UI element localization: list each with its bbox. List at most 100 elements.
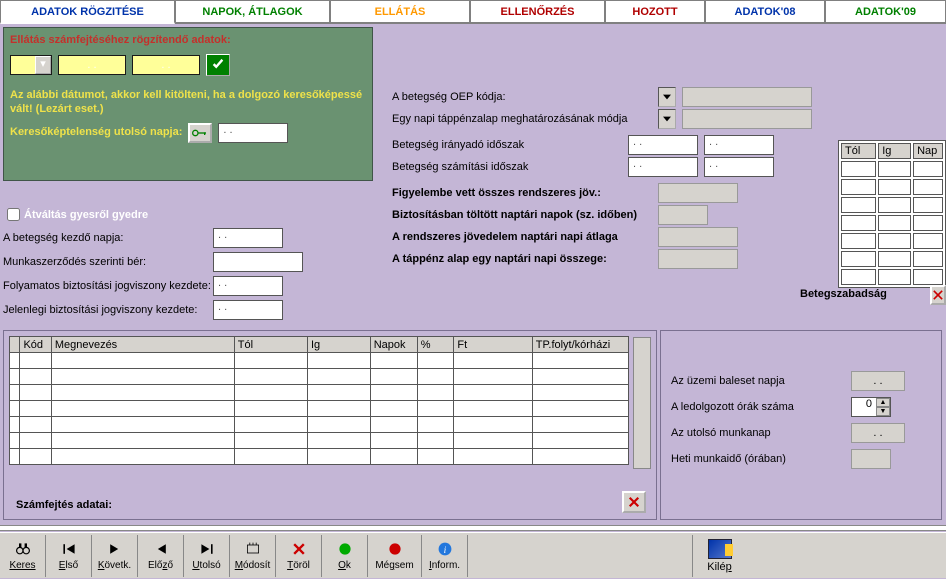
table-row[interactable] [10, 401, 629, 417]
prev-icon [153, 541, 169, 557]
binoculars-icon [15, 541, 31, 557]
table-row[interactable] [841, 161, 943, 177]
col-ft[interactable]: Ft [454, 337, 532, 353]
modosit-button[interactable]: Módosít [230, 535, 276, 577]
left-data-block: Átváltás gyesről gyedre A betegség kezdő… [3, 205, 373, 324]
delete-row-button[interactable] [622, 491, 646, 513]
beteg-kezdo-input[interactable]: . . [213, 228, 283, 248]
check-icon [211, 58, 225, 72]
table-row[interactable] [10, 417, 629, 433]
svg-text:i: i [443, 545, 446, 556]
megsem-button[interactable]: Mégsem [368, 535, 422, 577]
status-bar [0, 525, 946, 531]
iranyado-to[interactable]: . . [704, 135, 774, 155]
col-tol[interactable]: Tól [234, 337, 307, 353]
tab-ellenorzes[interactable]: ELLENŐRZÉS [470, 0, 605, 24]
oep-value[interactable] [682, 87, 812, 107]
tapalap-value[interactable] [682, 109, 812, 129]
small-days-grid: Tól Ig Nap [838, 140, 946, 288]
tab-ellatas[interactable]: ELLÁTÁS [330, 0, 470, 24]
atvaltas-checkbox[interactable] [7, 208, 20, 221]
key-icon [192, 128, 208, 138]
szamitasi-from[interactable]: . . [628, 157, 698, 177]
exit-icon [708, 539, 732, 559]
jelenlegi-label: Jelenlegi biztosítási jogviszony kezdete… [3, 304, 213, 316]
utolso-input[interactable]: . . [851, 423, 905, 443]
table-row[interactable] [10, 369, 629, 385]
munka-ber-input[interactable] [213, 252, 303, 272]
col-megnevezes[interactable]: Megnevezés [51, 337, 234, 353]
col-napok[interactable]: Napok [370, 337, 417, 353]
toolbar: Keres Első Követk. Előző Utolsó Módosít … [0, 532, 946, 578]
beteg-kezdo-label: A betegség kezdő napja: [3, 232, 213, 244]
col-ig[interactable]: Ig [307, 337, 370, 353]
orak-stepper[interactable]: 0 ▲ ▼ [851, 397, 891, 417]
table-row[interactable] [841, 179, 943, 195]
tappenz-alap-val [658, 249, 738, 269]
delete-betegszabadsag-button[interactable] [930, 285, 946, 305]
torol-button[interactable]: Töröl [276, 535, 322, 577]
atvaltas-label: Átváltás gyesről gyedre [24, 209, 148, 221]
biztositas-val [658, 205, 708, 225]
heti-input[interactable] [851, 449, 891, 469]
szamitasi-label: Betegség számítási időszak [392, 161, 622, 173]
yellow-date1[interactable]: . . [58, 55, 126, 75]
table-row[interactable] [10, 433, 629, 449]
elso-button[interactable]: Első [46, 535, 92, 577]
keres-button[interactable]: Keres [0, 535, 46, 577]
table-row[interactable] [841, 251, 943, 267]
close-case-note: Az alábbi dátumot, akkor kell kitölteni,… [10, 88, 366, 117]
col-kod[interactable]: Kód [20, 337, 51, 353]
table-row[interactable] [841, 233, 943, 249]
kovetk-button[interactable]: Követk. [92, 535, 138, 577]
elso-tx: lső [65, 560, 78, 571]
table-row[interactable] [841, 197, 943, 213]
table-row[interactable] [10, 449, 629, 465]
rendszeres-val [658, 227, 738, 247]
ok-button[interactable]: Ok [322, 535, 368, 577]
stepper-up-icon[interactable]: ▲ [876, 398, 890, 407]
jelenlegi-input[interactable]: . . [213, 300, 283, 320]
last-day-input[interactable]: . . [218, 123, 288, 143]
vertical-scrollbar[interactable] [633, 337, 651, 469]
col-percent[interactable]: % [417, 337, 454, 353]
stepper-down-icon[interactable]: ▼ [876, 407, 890, 416]
tab-napok-atlagok[interactable]: NAPOK, ÁTLAGOK [175, 0, 330, 24]
tab-adatok09[interactable]: ADATOK'09 [825, 0, 946, 24]
tab-hozott[interactable]: HOZOTT [605, 0, 705, 24]
table-row[interactable] [841, 215, 943, 231]
inform-button[interactable]: i Inform. [422, 535, 468, 577]
munka-ber-label: Munkaszerződés szerinti bér: [3, 256, 213, 268]
tapalap-combo[interactable] [658, 109, 676, 129]
figyelembe-val [658, 183, 738, 203]
table-row[interactable] [10, 353, 629, 369]
last-day-label: Keresőképtelenség utolsó napja: [10, 125, 182, 139]
iranyado-from[interactable]: . . [628, 135, 698, 155]
info-icon: i [437, 541, 453, 557]
utolso-button[interactable]: Utolsó [184, 535, 230, 577]
kilep-button[interactable]: Kilép [692, 535, 746, 577]
tab-adatok08[interactable]: ADATOK'08 [705, 0, 825, 24]
key-button[interactable] [188, 123, 212, 143]
col-tp[interactable]: TP.folyt/kórházi [532, 337, 628, 353]
row-marker-header [10, 337, 20, 353]
heti-label: Heti munkaidő (órában) [671, 453, 851, 465]
elozo-button[interactable]: Előző [138, 535, 184, 577]
close-icon [628, 496, 640, 508]
orak-label: A ledolgozott órák száma [671, 401, 851, 413]
chevron-down-icon[interactable]: ▾ [35, 56, 51, 74]
szamitasi-to[interactable]: . . [704, 157, 774, 177]
yellow-date2[interactable]: . . [132, 55, 200, 75]
tab-bar: ADATOK RÖGZITÉSE NAPOK, ÁTLAGOK ELLÁTÁS … [0, 0, 946, 24]
table-row[interactable] [841, 269, 943, 285]
tab-adatok-rogzitese[interactable]: ADATOK RÖGZITÉSE [0, 0, 175, 24]
confirm-button[interactable] [206, 54, 230, 76]
ellatas-combo[interactable]: ▾ [10, 55, 52, 75]
uzemi-input[interactable]: . . [851, 371, 905, 391]
betegszabadsag-label: Betegszabadság [800, 288, 887, 300]
oep-combo[interactable] [658, 87, 676, 107]
table-row[interactable] [10, 385, 629, 401]
tappenz-alap-label: A táppénz alap egy naptári napi összege: [392, 253, 652, 265]
close-icon [933, 290, 943, 300]
folyamatos-input[interactable]: . . [213, 276, 283, 296]
